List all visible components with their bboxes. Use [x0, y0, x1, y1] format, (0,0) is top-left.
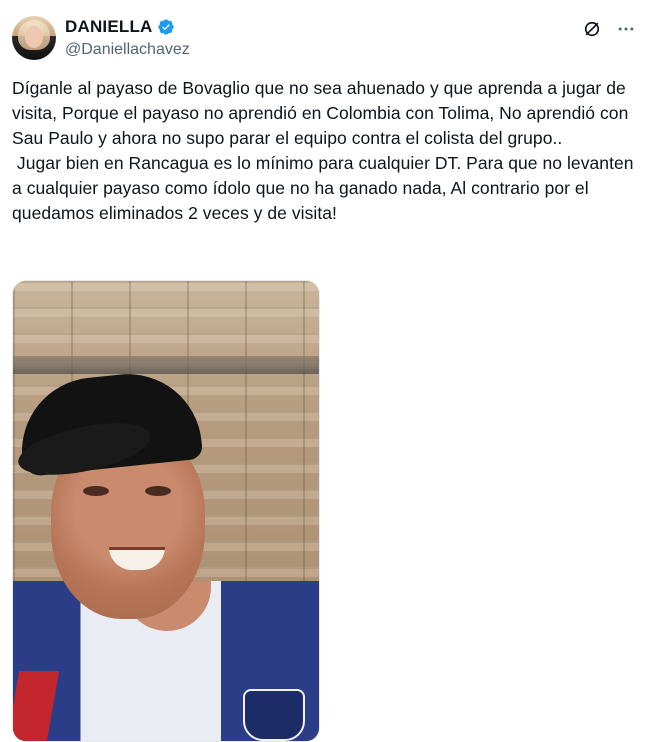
wall-ledge — [13, 356, 319, 374]
verified-badge-icon — [157, 18, 175, 36]
right-eye — [145, 486, 171, 496]
avatar[interactable] — [12, 16, 56, 60]
tweet-text: Díganle al payaso de Bovaglio que no sea… — [12, 78, 634, 223]
author-display-name[interactable]: DANIELLA — [65, 17, 153, 37]
tweet-photo[interactable] — [12, 280, 320, 742]
author-name-row[interactable]: DANIELLA — [65, 17, 175, 37]
slash-circle-icon[interactable] — [581, 18, 603, 40]
more-horizontal-icon[interactable] — [615, 18, 637, 40]
shirt-crest — [243, 689, 305, 741]
tweet-actions — [581, 18, 637, 40]
tweet-header: DANIELLA @Daniellachavez — [12, 14, 641, 64]
author-handle[interactable]: @Daniellachavez — [65, 41, 190, 59]
left-eye — [83, 486, 109, 496]
